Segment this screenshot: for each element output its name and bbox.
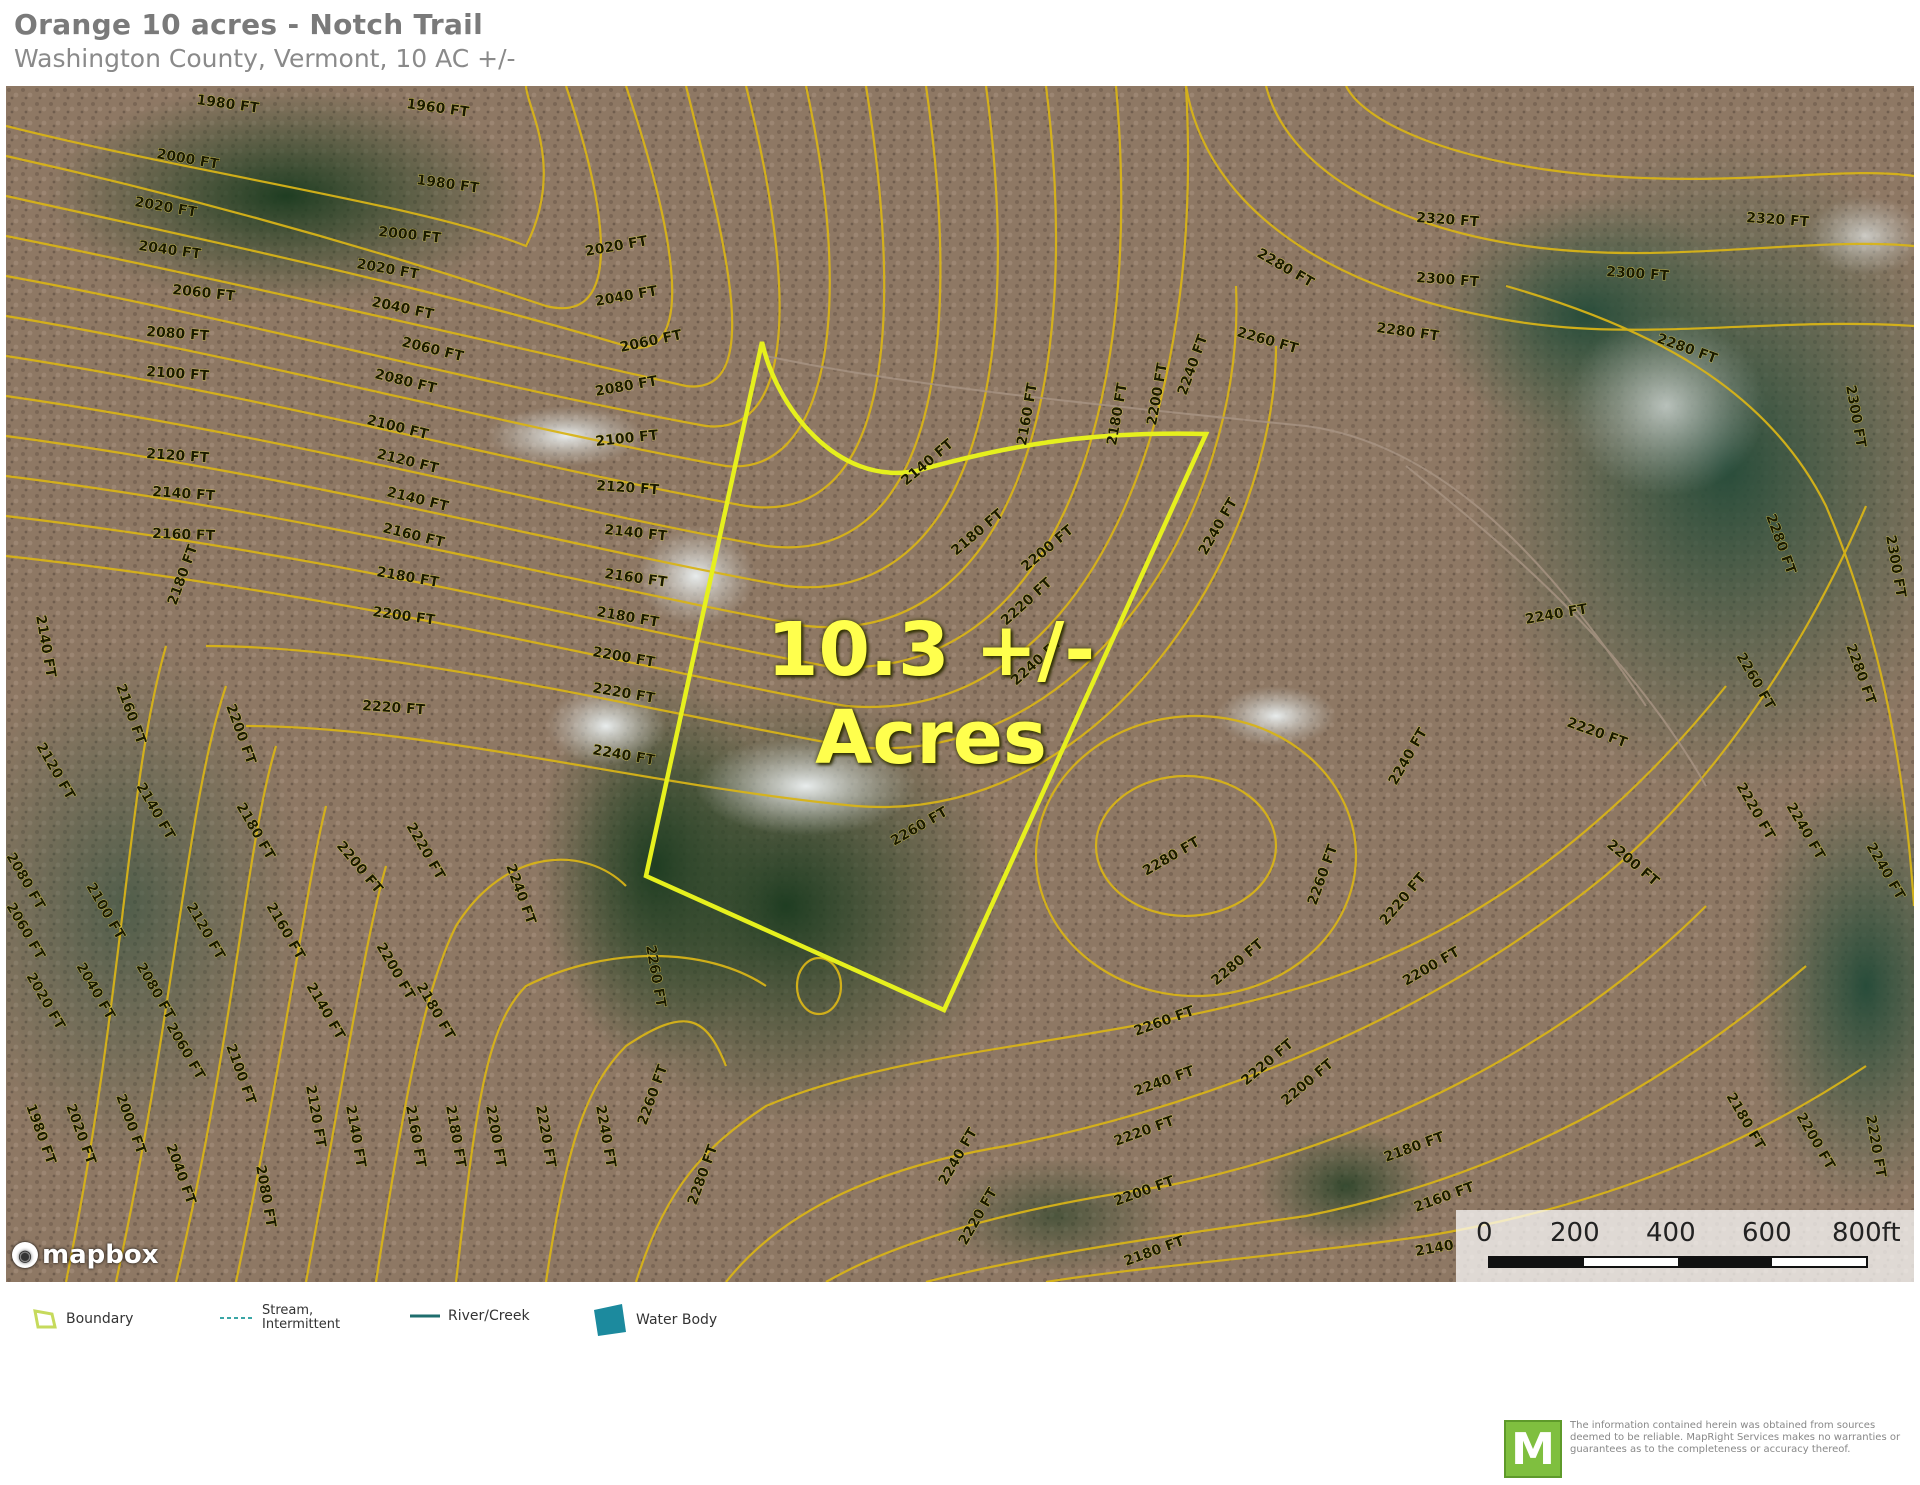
mapbox-wordmark: mapbox <box>42 1240 159 1270</box>
legend-stream-line2: Intermittent <box>262 1317 341 1332</box>
scale-track <box>1488 1256 1868 1268</box>
river-creek-icon <box>410 1314 440 1318</box>
scale-tick-0: 0 <box>1476 1218 1493 1248</box>
scale-segment <box>1678 1258 1772 1266</box>
mapbox-logo-icon: ◉ <box>12 1242 38 1268</box>
parcel-acreage-label: 10.3 +/- Acres <box>761 606 1101 782</box>
disclaimer-text: The information contained herein was obt… <box>1570 1420 1901 1455</box>
stream-intermittent-icon <box>220 1317 254 1319</box>
scale-tick-600: 600 <box>1742 1218 1792 1248</box>
legend-boundary-label: Boundary <box>66 1311 134 1327</box>
acreage-unit: Acres <box>815 695 1047 781</box>
scale-tick-800: 800ft <box>1832 1218 1901 1248</box>
mapright-logo-icon: M <box>1504 1420 1562 1478</box>
boundary-icon <box>33 1309 57 1329</box>
legend-water-body: Water Body <box>592 1304 717 1336</box>
page-title: Orange 10 acres - Notch Trail <box>14 8 483 41</box>
water-body-icon <box>594 1304 626 1336</box>
legend-river-label: River/Creek <box>448 1308 530 1324</box>
scale-tick-200: 200 <box>1550 1218 1600 1248</box>
legend-boundary: Boundary <box>32 1308 133 1330</box>
legend-stream-label: Stream, Intermittent <box>262 1304 340 1332</box>
legend-river: River/Creek <box>410 1308 530 1324</box>
mapbox-attribution[interactable]: ◉ mapbox <box>12 1240 159 1270</box>
satellite-map[interactable]: 1980 FT 1960 FT 2000 FT 1980 FT 2020 FT … <box>6 86 1914 1282</box>
page-subtitle: Washington County, Vermont, 10 AC +/- <box>14 44 516 73</box>
scale-bar: 0 200 400 600 800ft <box>1456 1210 1914 1282</box>
map-legend: Boundary Stream, Intermittent River/Cree… <box>22 1300 802 1344</box>
legend-stream-line1: Stream, <box>262 1303 314 1318</box>
acreage-value: 10.3 +/- <box>766 607 1096 693</box>
scale-tick-400: 400 <box>1646 1218 1696 1248</box>
legend-stream: Stream, Intermittent <box>220 1304 340 1332</box>
svg-text:2160 FT: 2160 FT <box>152 526 216 544</box>
scale-segment <box>1490 1258 1584 1266</box>
disclaimer: M The information contained herein was o… <box>1504 1420 1914 1478</box>
legend-water-body-label: Water Body <box>636 1312 718 1328</box>
